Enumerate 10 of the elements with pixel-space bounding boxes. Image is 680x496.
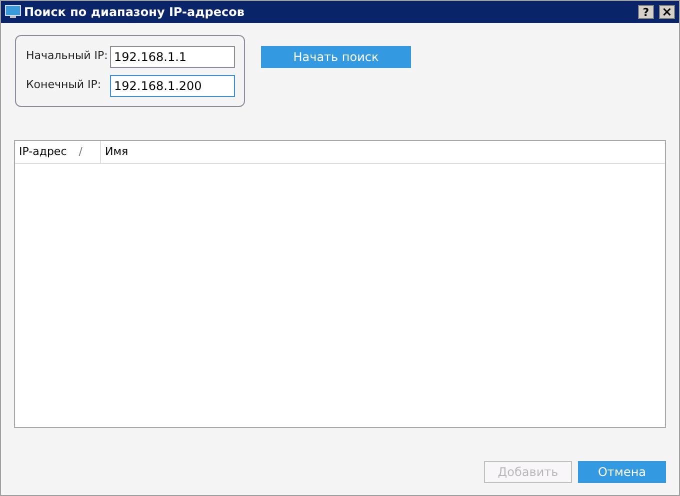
column-header[interactable]: IP-адрес / [15, 141, 101, 163]
field-label: Начальный IP: [26, 48, 109, 64]
ip-field[interactable]: 192.168.1.1 [110, 46, 235, 68]
help-button[interactable]: ? [638, 5, 654, 19]
window-title: Поиск по диапазону IP-адресов [24, 4, 246, 21]
field-label: Конечный IP: [26, 77, 102, 94]
monitor-icon [5, 5, 21, 19]
ip-field[interactable]: 192.168.1.200 [110, 74, 235, 96]
column-header[interactable]: Имя [101, 141, 665, 163]
close-button[interactable]: × [659, 5, 675, 19]
